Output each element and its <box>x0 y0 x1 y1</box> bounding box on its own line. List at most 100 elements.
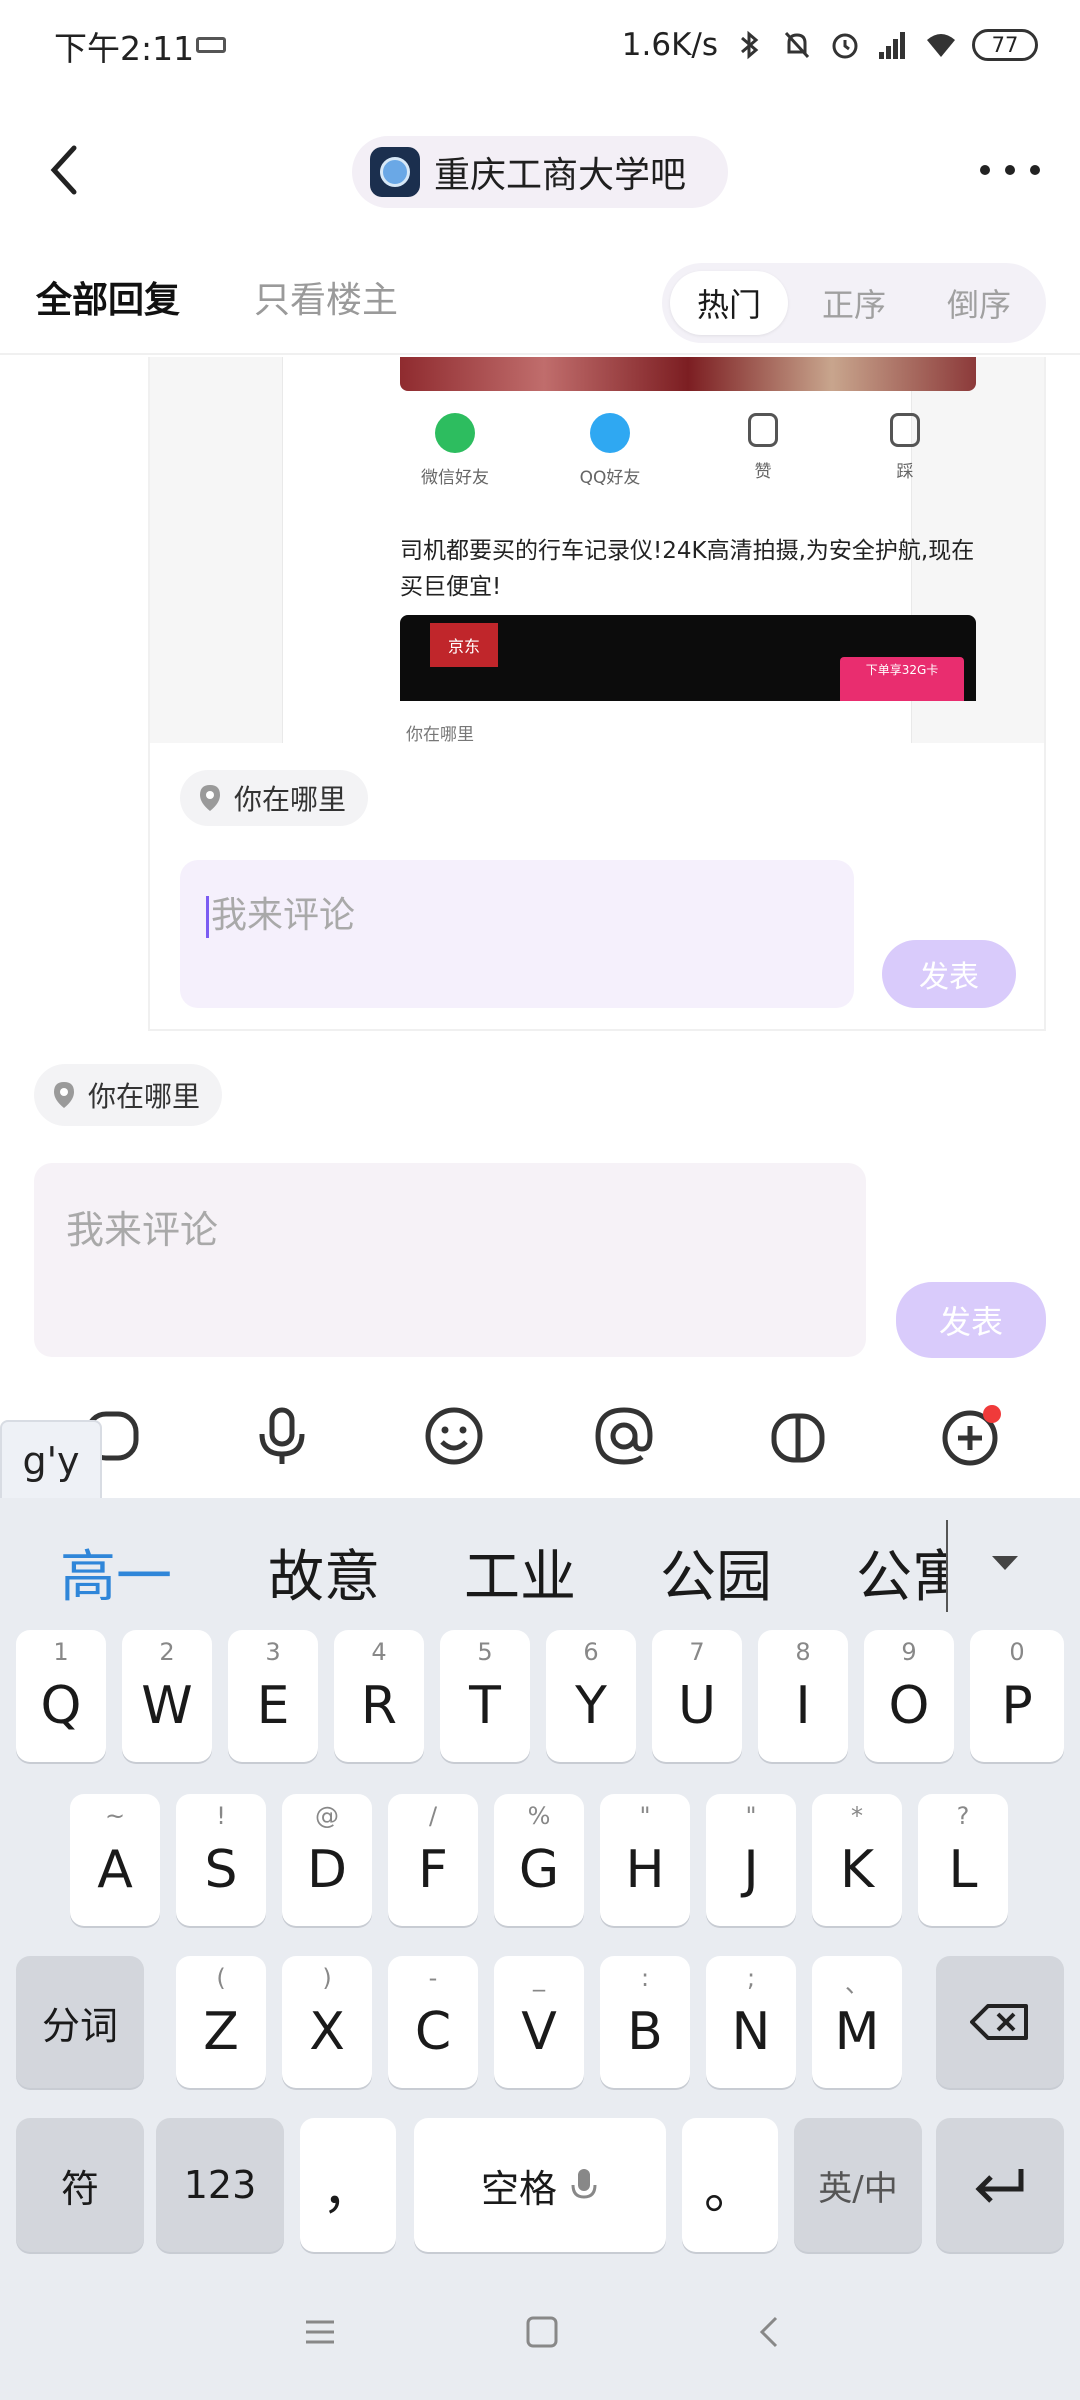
key-label: C <box>414 2002 452 2062</box>
inner-location-chip[interactable]: 你在哪里 <box>180 770 369 826</box>
back-arrow-icon[interactable] <box>40 140 90 200</box>
share-qq: QQ好友 <box>555 413 665 488</box>
key-j[interactable]: " J <box>706 1794 796 1926</box>
key-label: W <box>141 1676 193 1736</box>
key-x[interactable]: ) X <box>282 1956 372 2088</box>
key-k[interactable]: * K <box>812 1794 902 1926</box>
key-y[interactable]: 6Y <box>546 1630 636 1762</box>
microphone-icon[interactable] <box>250 1404 314 1468</box>
plus-icon[interactable] <box>938 1404 1002 1468</box>
tab-op-only[interactable]: 只看楼主 <box>254 271 398 323</box>
key-e[interactable]: 3E <box>228 1630 318 1762</box>
key-o[interactable]: 9O <box>864 1630 954 1762</box>
key-hint: % <box>527 1802 551 1830</box>
inner-comment-input[interactable]: 我来评论 <box>180 860 854 1008</box>
key-w[interactable]: 2W <box>122 1630 212 1762</box>
key-a[interactable]: ~ A <box>70 1794 160 1926</box>
key-i[interactable]: 8I <box>758 1630 848 1762</box>
menu-icon[interactable] <box>300 2312 340 2352</box>
key-space[interactable]: 空格 <box>414 2118 666 2252</box>
key-v[interactable]: _ V <box>494 1956 584 2088</box>
key-c[interactable]: -C <box>388 1956 478 2088</box>
key-t[interactable]: 5T <box>440 1630 530 1762</box>
tab-all-replies[interactable]: 全部回复 <box>36 271 180 323</box>
key-u[interactable]: 7U <box>652 1630 742 1762</box>
key-m[interactable]: 、 M <box>812 1956 902 2088</box>
key-d[interactable]: @ D <box>282 1794 372 1926</box>
main-comment-input[interactable]: 我来评论 <box>34 1163 866 1357</box>
key-r[interactable]: 4R <box>334 1630 424 1762</box>
key-f[interactable]: / F <box>388 1794 478 1926</box>
candidate-2[interactable]: 故意 <box>268 1532 380 1613</box>
enter-icon <box>975 2169 1024 2203</box>
key-l[interactable]: ? L <box>918 1794 1008 1926</box>
key-p[interactable]: 0P <box>970 1630 1064 1762</box>
key-lang-switch[interactable]: 英/中 <box>794 2118 922 2252</box>
key-z[interactable]: (Z <box>176 1956 266 2088</box>
main-post-button[interactable]: 发表 <box>896 1282 1046 1358</box>
candidate-5[interactable]: 公寓 <box>856 1532 946 1613</box>
key-comma[interactable]: ， <box>300 2118 396 2252</box>
sort-toggle: 热门 正序 倒序 <box>662 263 1046 343</box>
key-label: G <box>518 1840 560 1900</box>
backspace-icon <box>970 2004 1028 2040</box>
key-label: T <box>469 1676 501 1736</box>
forum-name: 重庆工商大学吧 <box>434 155 687 196</box>
screenshot-share-row: 微信好友 QQ好友 赞 踩 <box>400 413 960 503</box>
key-period[interactable]: 。 <box>682 2118 778 2252</box>
more-options-icon[interactable] <box>980 150 1040 190</box>
candidate-1[interactable]: 高一 <box>60 1532 172 1613</box>
forum-logo <box>370 147 420 197</box>
key-label: U <box>677 1676 717 1736</box>
candidate-bar: 高一 故意 工业 公园 公寓 <box>0 1498 1080 1630</box>
emoji-icon[interactable] <box>422 1404 486 1468</box>
key-q[interactable]: 1Q <box>16 1630 106 1762</box>
key-label: E <box>256 1676 290 1736</box>
key-label: K <box>839 1840 875 1900</box>
key-label: Q <box>40 1676 82 1736</box>
candidate-3[interactable]: 工业 <box>464 1532 576 1613</box>
key-enter[interactable] <box>936 2118 1064 2252</box>
text-cursor <box>206 896 209 938</box>
key-n[interactable]: ; N <box>706 1956 796 2088</box>
share-dislike: 踩 <box>850 413 960 482</box>
key-g[interactable]: % G <box>494 1794 584 1926</box>
key-label: J <box>743 1840 759 1900</box>
space-label: 空格 <box>480 2166 557 2211</box>
status-time: 下午2:11 <box>54 29 195 68</box>
jd-logo: 京东 <box>430 623 498 667</box>
candidate-4[interactable]: 公园 <box>660 1532 772 1613</box>
key-hint: 4 <box>371 1638 387 1666</box>
inner-post-button[interactable]: 发表 <box>882 940 1016 1008</box>
forum-title-pill[interactable]: 重庆工商大学吧 <box>352 136 728 208</box>
key-label: M <box>834 2002 880 2062</box>
inner-location-label: 你在哪里 <box>234 783 347 816</box>
key-symbols[interactable]: 符 <box>16 2118 144 2252</box>
location-pin-icon <box>54 1082 74 1108</box>
key-b[interactable]: :B <box>600 1956 690 2088</box>
main-location-chip[interactable]: 你在哪里 <box>34 1064 223 1126</box>
key-hint: 、 <box>845 1970 869 1998</box>
key-h[interactable]: " H <box>600 1794 690 1926</box>
at-icon[interactable] <box>592 1404 656 1468</box>
gift-icon[interactable] <box>766 1404 830 1468</box>
sort-hot[interactable]: 热门 <box>670 271 788 335</box>
key-numbers[interactable]: 123 <box>156 2118 284 2252</box>
key-hint: ; <box>746 1964 756 1992</box>
key-backspace[interactable] <box>936 1956 1064 2088</box>
system-nav-bar <box>0 2268 1080 2400</box>
status-bar: 下午2:11 1.6K/s 77 <box>0 0 1080 90</box>
key-hint: ~ <box>104 1802 126 1830</box>
key-label: X <box>309 2002 345 2062</box>
key-label: Y <box>575 1676 607 1736</box>
keyboard-indicator-icon <box>196 37 226 53</box>
expand-candidates-icon[interactable] <box>992 1556 1018 1570</box>
key-s[interactable]: ! S <box>176 1794 266 1926</box>
key-label: P <box>1001 1676 1033 1736</box>
back-icon[interactable] <box>750 2312 790 2352</box>
sort-ascending[interactable]: 正序 <box>795 271 913 335</box>
key-segment[interactable]: 分词 <box>16 1956 144 2088</box>
key-hint: ) <box>322 1964 332 1992</box>
home-icon[interactable] <box>522 2312 562 2352</box>
sort-descending[interactable]: 倒序 <box>920 271 1038 335</box>
